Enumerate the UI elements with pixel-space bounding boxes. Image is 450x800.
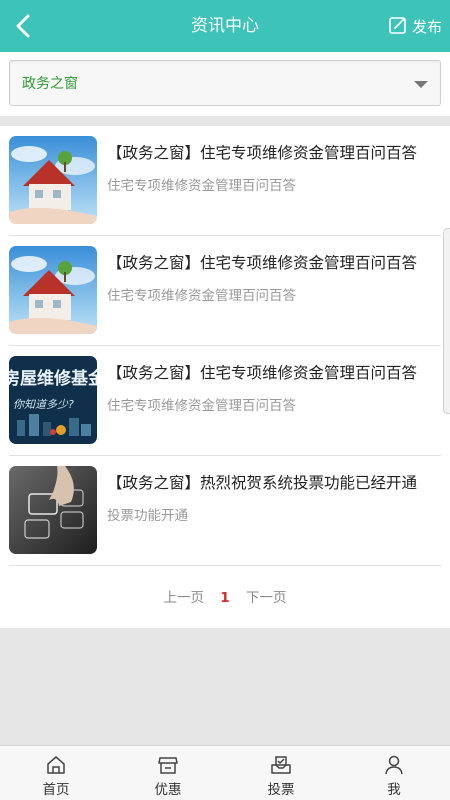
category-select[interactable]: 政务之窗 xyxy=(9,60,441,106)
article-item[interactable]: 【政务之窗】住宅专项维修资金管理百问百答 住宅专项维修资金管理百问百答 xyxy=(9,126,441,236)
article-title: 【政务之窗】热烈祝贺系统投票功能已经开通 xyxy=(107,474,418,492)
article-list: 【政务之窗】住宅专项维修资金管理百问百答 住宅专项维修资金管理百问百答 【政务之… xyxy=(0,126,450,628)
filter-bar: 政务之窗 xyxy=(0,52,450,116)
article-summary: 住宅专项维修资金管理百问百答 xyxy=(107,178,296,194)
article-thumbnail-house xyxy=(9,136,97,224)
edit-icon xyxy=(389,17,406,34)
article-thumbnail-house xyxy=(9,246,97,334)
prev-page-link[interactable]: 上一页 xyxy=(164,584,205,612)
article-title: 【政务之窗】住宅专项维修资金管理百问百答 xyxy=(107,254,418,272)
tab-label: 优惠 xyxy=(154,782,182,798)
shop-icon xyxy=(158,757,178,774)
user-icon xyxy=(385,755,403,775)
tab-home[interactable]: 首页 xyxy=(0,746,112,800)
tab-label: 我 xyxy=(387,782,401,798)
thumb-banner-subtext: 你知道多少? xyxy=(13,398,74,411)
article-item[interactable]: 【政务之窗】住宅专项维修资金管理百问百答 住宅专项维修资金管理百问百答 xyxy=(9,236,441,346)
page-title: 资讯中心 xyxy=(191,16,259,36)
publish-button[interactable]: 发布 xyxy=(388,12,442,40)
side-scroll-handle[interactable] xyxy=(443,228,450,414)
article-summary: 住宅专项维修资金管理百问百答 xyxy=(107,398,296,414)
article-summary: 投票功能开通 xyxy=(107,508,188,524)
article-title: 【政务之窗】住宅专项维修资金管理百问百答 xyxy=(107,144,418,162)
caret-down-icon xyxy=(414,81,428,88)
ballot-icon xyxy=(271,756,291,774)
top-bar: 资讯中心 发布 xyxy=(0,0,450,52)
thumb-banner-text: 房屋维修基金 xyxy=(9,368,97,389)
article-summary: 住宅专项维修资金管理百问百答 xyxy=(107,288,296,304)
article-item[interactable]: 【政务之窗】热烈祝贺系统投票功能已经开通 投票功能开通 xyxy=(9,456,441,566)
tab-label: 首页 xyxy=(42,782,70,798)
tab-offers[interactable]: 优惠 xyxy=(112,746,224,800)
section-gap xyxy=(0,116,450,126)
publish-label: 发布 xyxy=(411,17,442,36)
bottom-tab-bar: 首页 优惠 投票 我 xyxy=(0,745,450,800)
article-item[interactable]: 房屋维修基金 你知道多少? 【政务之窗】住宅专项维修资金管理百问百答 住宅专项维… xyxy=(9,346,441,456)
tab-label: 投票 xyxy=(267,782,295,798)
pagination: 上一页 1 下一页 xyxy=(0,584,450,612)
current-page: 1 xyxy=(220,590,230,606)
category-select-value: 政务之窗 xyxy=(22,76,78,92)
article-thumbnail-fund-banner: 房屋维修基金 你知道多少? xyxy=(9,356,97,444)
tab-vote[interactable]: 投票 xyxy=(225,746,337,800)
article-thumbnail-touch-screen xyxy=(9,466,97,554)
tab-me[interactable]: 我 xyxy=(338,746,450,800)
article-title: 【政务之窗】住宅专项维修资金管理百问百答 xyxy=(107,364,418,382)
home-icon xyxy=(47,756,65,774)
next-page-link[interactable]: 下一页 xyxy=(246,584,287,612)
